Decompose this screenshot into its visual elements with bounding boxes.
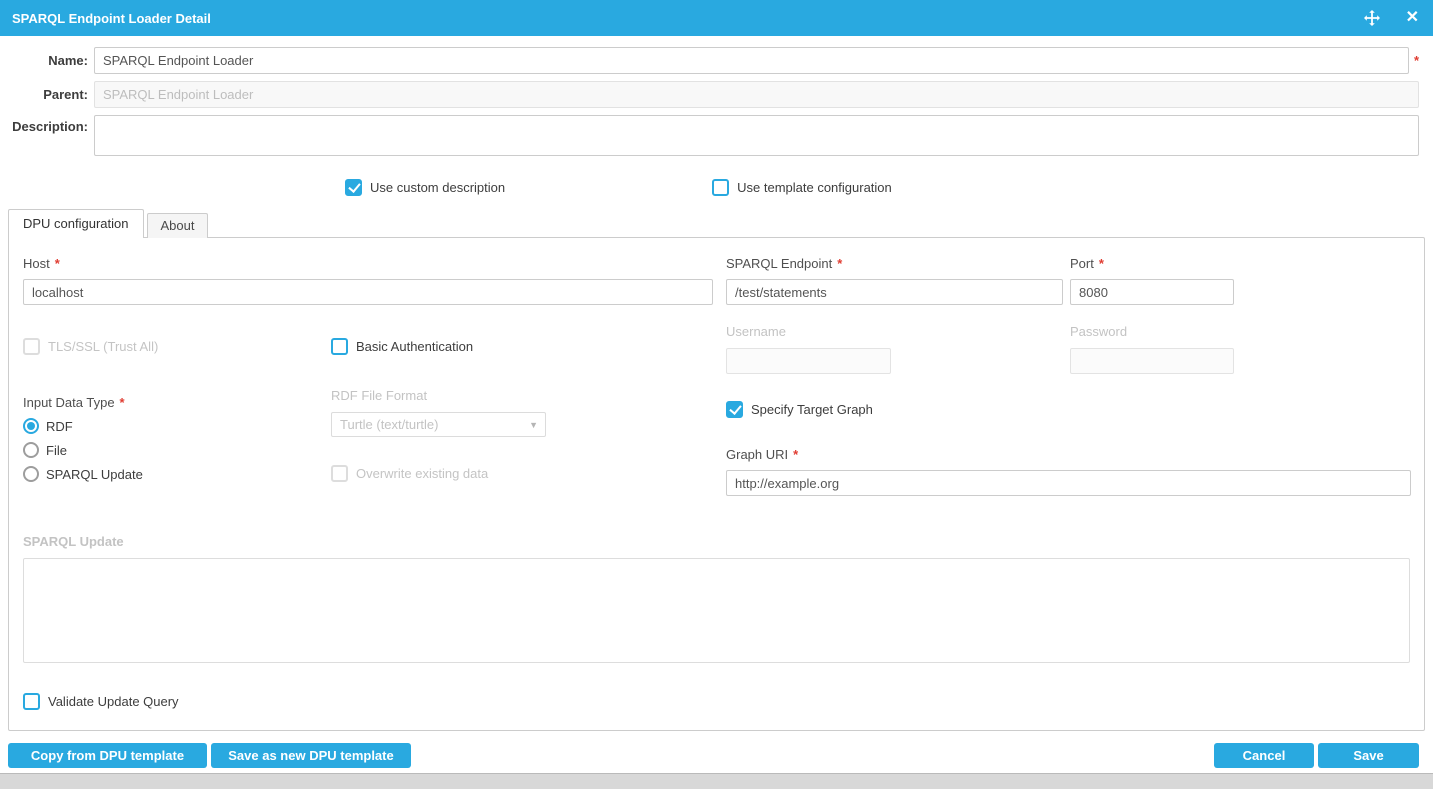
name-row: Name: *: [8, 47, 1419, 74]
button-bar: Copy from DPU template Save as new DPU t…: [0, 743, 1433, 768]
radio-rdf[interactable]: RDF: [23, 418, 143, 434]
checkbox-label: Specify Target Graph: [751, 402, 873, 417]
sparql-endpoint-field-group: SPARQL Endpoint *: [726, 256, 1063, 305]
close-icon[interactable]: ✕: [1406, 10, 1419, 26]
required-asterisk: *: [120, 395, 125, 410]
port-label: Port: [1070, 256, 1094, 271]
radio-label: RDF: [46, 419, 73, 434]
basic-authentication-checkbox[interactable]: Basic Authentication: [331, 338, 473, 355]
rdf-file-format-label: RDF File Format: [331, 388, 546, 403]
host-label: Host: [23, 256, 50, 271]
tab-label: About: [161, 218, 195, 233]
description-input[interactable]: [94, 115, 1419, 156]
description-row: Description:: [8, 115, 1419, 156]
tab-label: DPU configuration: [23, 216, 129, 231]
username-input: [726, 348, 891, 374]
username-field-group: Username: [726, 324, 891, 374]
dialog-titlebar: SPARQL Endpoint Loader Detail ✕: [0, 0, 1433, 36]
radio-icon: [23, 418, 39, 434]
input-data-type-group: Input Data Type * RDF File SPARQL Update: [23, 395, 143, 490]
radio-label: File: [46, 443, 67, 458]
select-value: Turtle (text/turtle): [340, 417, 438, 432]
tab-bar: DPU configuration About: [8, 209, 1433, 237]
name-label: Name:: [8, 53, 88, 68]
required-asterisk: *: [793, 447, 798, 462]
tls-ssl-checkbox: TLS/SSL (Trust All): [23, 338, 158, 355]
checkbox-icon: [712, 179, 729, 196]
use-template-configuration-checkbox[interactable]: Use template configuration: [712, 179, 892, 196]
input-data-type-label: Input Data Type: [23, 395, 115, 410]
rdf-file-format-group: RDF File Format Turtle (text/turtle) ▼: [331, 388, 546, 437]
required-asterisk: *: [1414, 53, 1419, 68]
chevron-down-icon: ▼: [529, 420, 538, 430]
host-input[interactable]: [23, 279, 713, 305]
checkbox-icon: [23, 693, 40, 710]
checkbox-label: Use template configuration: [737, 180, 892, 195]
radio-sparql-update[interactable]: SPARQL Update: [23, 466, 143, 482]
port-field-group: Port *: [1070, 256, 1234, 305]
graph-uri-label: Graph URI: [726, 447, 788, 462]
name-input[interactable]: [94, 47, 1409, 74]
host-field-group: Host *: [23, 256, 713, 305]
specify-target-graph-checkbox[interactable]: Specify Target Graph: [726, 401, 873, 418]
dialog-header-form: Name: * Parent: Description:: [0, 36, 1433, 156]
description-options-row: Use custom description Use template conf…: [345, 179, 1433, 196]
password-field-group: Password: [1070, 324, 1234, 374]
checkbox-label: Validate Update Query: [48, 694, 179, 709]
tab-dpu-configuration[interactable]: DPU configuration: [8, 209, 144, 238]
rdf-file-format-select: Turtle (text/turtle) ▼: [331, 412, 546, 437]
username-label: Username: [726, 324, 891, 339]
checkbox-icon: [345, 179, 362, 196]
radio-icon: [23, 466, 39, 482]
save-as-new-dpu-template-button[interactable]: Save as new DPU template: [211, 743, 411, 768]
tab-about[interactable]: About: [147, 213, 209, 238]
window-bottom-strip: [0, 773, 1433, 789]
required-asterisk: *: [55, 256, 60, 271]
radio-label: SPARQL Update: [46, 467, 143, 482]
titlebar-icons: ✕: [1364, 10, 1419, 26]
checkbox-icon: [331, 338, 348, 355]
parent-label: Parent:: [8, 87, 88, 102]
save-button[interactable]: Save: [1318, 743, 1419, 768]
checkbox-icon: [23, 338, 40, 355]
checkbox-label: Overwrite existing data: [356, 466, 488, 481]
checkbox-icon: [331, 465, 348, 482]
sparql-update-input: [23, 558, 1410, 663]
parent-row: Parent:: [8, 81, 1419, 108]
dialog-title: SPARQL Endpoint Loader Detail: [12, 11, 211, 26]
radio-file[interactable]: File: [23, 442, 143, 458]
radio-icon: [23, 442, 39, 458]
password-label: Password: [1070, 324, 1234, 339]
move-icon[interactable]: [1364, 10, 1380, 26]
sparql-update-label: SPARQL Update: [23, 534, 1410, 549]
port-input[interactable]: [1070, 279, 1234, 305]
parent-input: [94, 81, 1419, 108]
description-label: Description:: [8, 115, 88, 134]
password-input: [1070, 348, 1234, 374]
copy-from-dpu-template-button[interactable]: Copy from DPU template: [8, 743, 207, 768]
graph-uri-input[interactable]: [726, 470, 1411, 496]
checkbox-label: Basic Authentication: [356, 339, 473, 354]
checkbox-icon: [726, 401, 743, 418]
validate-update-query-checkbox[interactable]: Validate Update Query: [23, 693, 179, 710]
required-asterisk: *: [837, 256, 842, 271]
required-asterisk: *: [1099, 256, 1104, 271]
checkbox-label: TLS/SSL (Trust All): [48, 339, 158, 354]
overwrite-existing-data-checkbox: Overwrite existing data: [331, 465, 488, 482]
sparql-endpoint-input[interactable]: [726, 279, 1063, 305]
graph-uri-field-group: Graph URI *: [726, 447, 1411, 496]
cancel-button[interactable]: Cancel: [1214, 743, 1314, 768]
checkbox-label: Use custom description: [370, 180, 505, 195]
use-custom-description-checkbox[interactable]: Use custom description: [345, 179, 505, 196]
sparql-update-group: SPARQL Update: [23, 534, 1410, 666]
sparql-endpoint-label: SPARQL Endpoint: [726, 256, 832, 271]
dpu-configuration-panel: Host * SPARQL Endpoint * Port * TLS/SSL …: [8, 237, 1425, 731]
